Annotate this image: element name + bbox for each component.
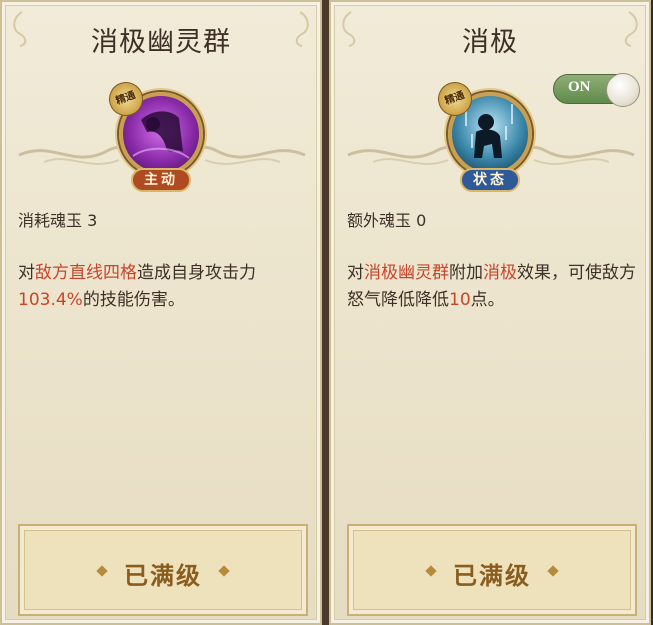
- desc-text: 对: [347, 263, 364, 283]
- max-level-panel: 已满级: [18, 524, 308, 616]
- desc-highlight: 敌方直线四格: [35, 263, 137, 283]
- skill-card-negative: 消极 ON 精通 状态 额外魂玉 0 对消极幽灵群附加消极效果，可使敌方怒气降低…: [329, 0, 651, 625]
- max-level-label: 已满级: [124, 562, 202, 590]
- cost-value: 0: [416, 211, 427, 230]
- desc-highlight: 103.4%: [18, 290, 83, 310]
- desc-text: 点。: [470, 290, 505, 310]
- cost-label: 消耗魂玉: [18, 211, 83, 230]
- skill-description: 对消极幽灵群附加消极效果，可使敌方怒气降低降低10点。: [347, 260, 639, 314]
- cost-value: 3: [87, 211, 98, 230]
- cost-label: 额外魂玉: [347, 211, 412, 230]
- skill-cost: 额外魂玉 0: [347, 207, 426, 231]
- skill-card-negative-ghost-group: 消极幽灵群 精通 主动 消耗魂玉 3 对敌方直线四格造成自身攻击力103.4%的…: [0, 0, 322, 625]
- desc-text: 造成自身攻击力: [137, 263, 256, 283]
- skill-title: 消极: [462, 27, 518, 58]
- skill-type-badge: 主动: [131, 168, 191, 192]
- desc-text: 的技能伤害。: [82, 290, 185, 310]
- toggle-label: ON: [568, 79, 591, 95]
- skill-title: 消极幽灵群: [91, 27, 231, 58]
- max-level-panel: 已满级: [347, 524, 637, 616]
- card-gap: [322, 0, 329, 625]
- desc-highlight: 消极幽灵群: [364, 263, 449, 283]
- skill-description: 对敌方直线四格造成自身攻击力 103.4%的技能伤害。: [18, 260, 310, 314]
- desc-highlight: 10: [449, 290, 471, 310]
- desc-text: 附加: [449, 263, 483, 283]
- desc-highlight: 消极: [483, 263, 517, 283]
- skill-type-badge: 状态: [460, 168, 520, 192]
- max-level-label: 已满级: [453, 562, 531, 590]
- desc-text: 对: [18, 263, 35, 283]
- skill-cost: 消耗魂玉 3: [18, 207, 97, 231]
